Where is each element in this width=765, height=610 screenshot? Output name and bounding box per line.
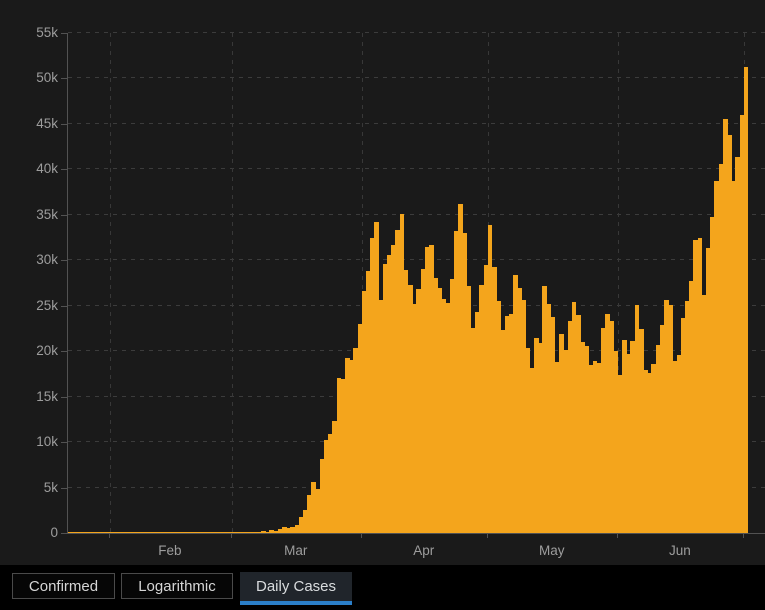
- y-axis-tick: [61, 260, 67, 261]
- tab-daily-cases[interactable]: Daily Cases: [240, 572, 352, 601]
- y-axis-tick: [61, 397, 67, 398]
- daily-cases-bar: [744, 67, 749, 533]
- y-axis-tick: [61, 169, 67, 170]
- y-axis-tick: [61, 124, 67, 125]
- x-axis-tick: [361, 534, 362, 538]
- y-axis-tick: [61, 533, 67, 534]
- x-axis-tick: [617, 534, 618, 538]
- y-axis-label: 10k: [14, 434, 58, 450]
- y-axis-label: 25k: [14, 298, 58, 314]
- y-axis-label: 15k: [14, 389, 58, 405]
- daily-cases-chart: 0 5k 10k 15k 20k 25k 30k 35k 40k 45k 50k 55k Feb Mar…: [0, 0, 765, 565]
- y-axis-label: 35k: [14, 207, 58, 223]
- x-axis-label: Feb: [158, 543, 181, 558]
- y-axis-tick: [61, 78, 67, 79]
- x-axis-label: Jun: [669, 543, 691, 558]
- active-tab-underline: [240, 601, 352, 605]
- y-gridline: [68, 77, 765, 78]
- x-axis-label: Mar: [284, 543, 307, 558]
- y-axis-tick: [61, 442, 67, 443]
- y-axis-label: 50k: [14, 70, 58, 86]
- x-axis-tick: [487, 534, 488, 538]
- y-axis-label: 5k: [14, 480, 58, 496]
- y-axis-label: 55k: [14, 25, 58, 41]
- y-axis-label: 45k: [14, 116, 58, 132]
- y-gridline: [68, 214, 765, 215]
- y-axis-tick: [61, 306, 67, 307]
- x-axis-label: Apr: [413, 543, 434, 558]
- y-axis-label: 20k: [14, 343, 58, 359]
- y-axis-label: 40k: [14, 161, 58, 177]
- x-axis-tick: [743, 534, 744, 538]
- x-axis-tick: [109, 534, 110, 538]
- x-axis-tick: [231, 534, 232, 538]
- y-gridline: [68, 123, 765, 124]
- y-axis-label: 30k: [14, 252, 58, 268]
- x-gridline: [232, 33, 233, 533]
- tab-confirmed[interactable]: Confirmed: [12, 573, 115, 599]
- tab-logarithmic[interactable]: Logarithmic: [121, 573, 233, 599]
- chart-tab-bar: Confirmed Logarithmic Daily Cases: [0, 565, 765, 610]
- plot-area: [67, 33, 765, 534]
- y-gridline: [68, 259, 765, 260]
- y-axis-tick: [61, 33, 67, 34]
- y-axis-tick: [61, 215, 67, 216]
- y-axis-tick: [61, 351, 67, 352]
- y-gridline: [68, 168, 765, 169]
- y-axis-label: 0: [14, 525, 58, 541]
- y-gridline: [68, 32, 765, 33]
- x-gridline: [110, 33, 111, 533]
- y-axis-tick: [61, 488, 67, 489]
- x-axis-label: May: [539, 543, 565, 558]
